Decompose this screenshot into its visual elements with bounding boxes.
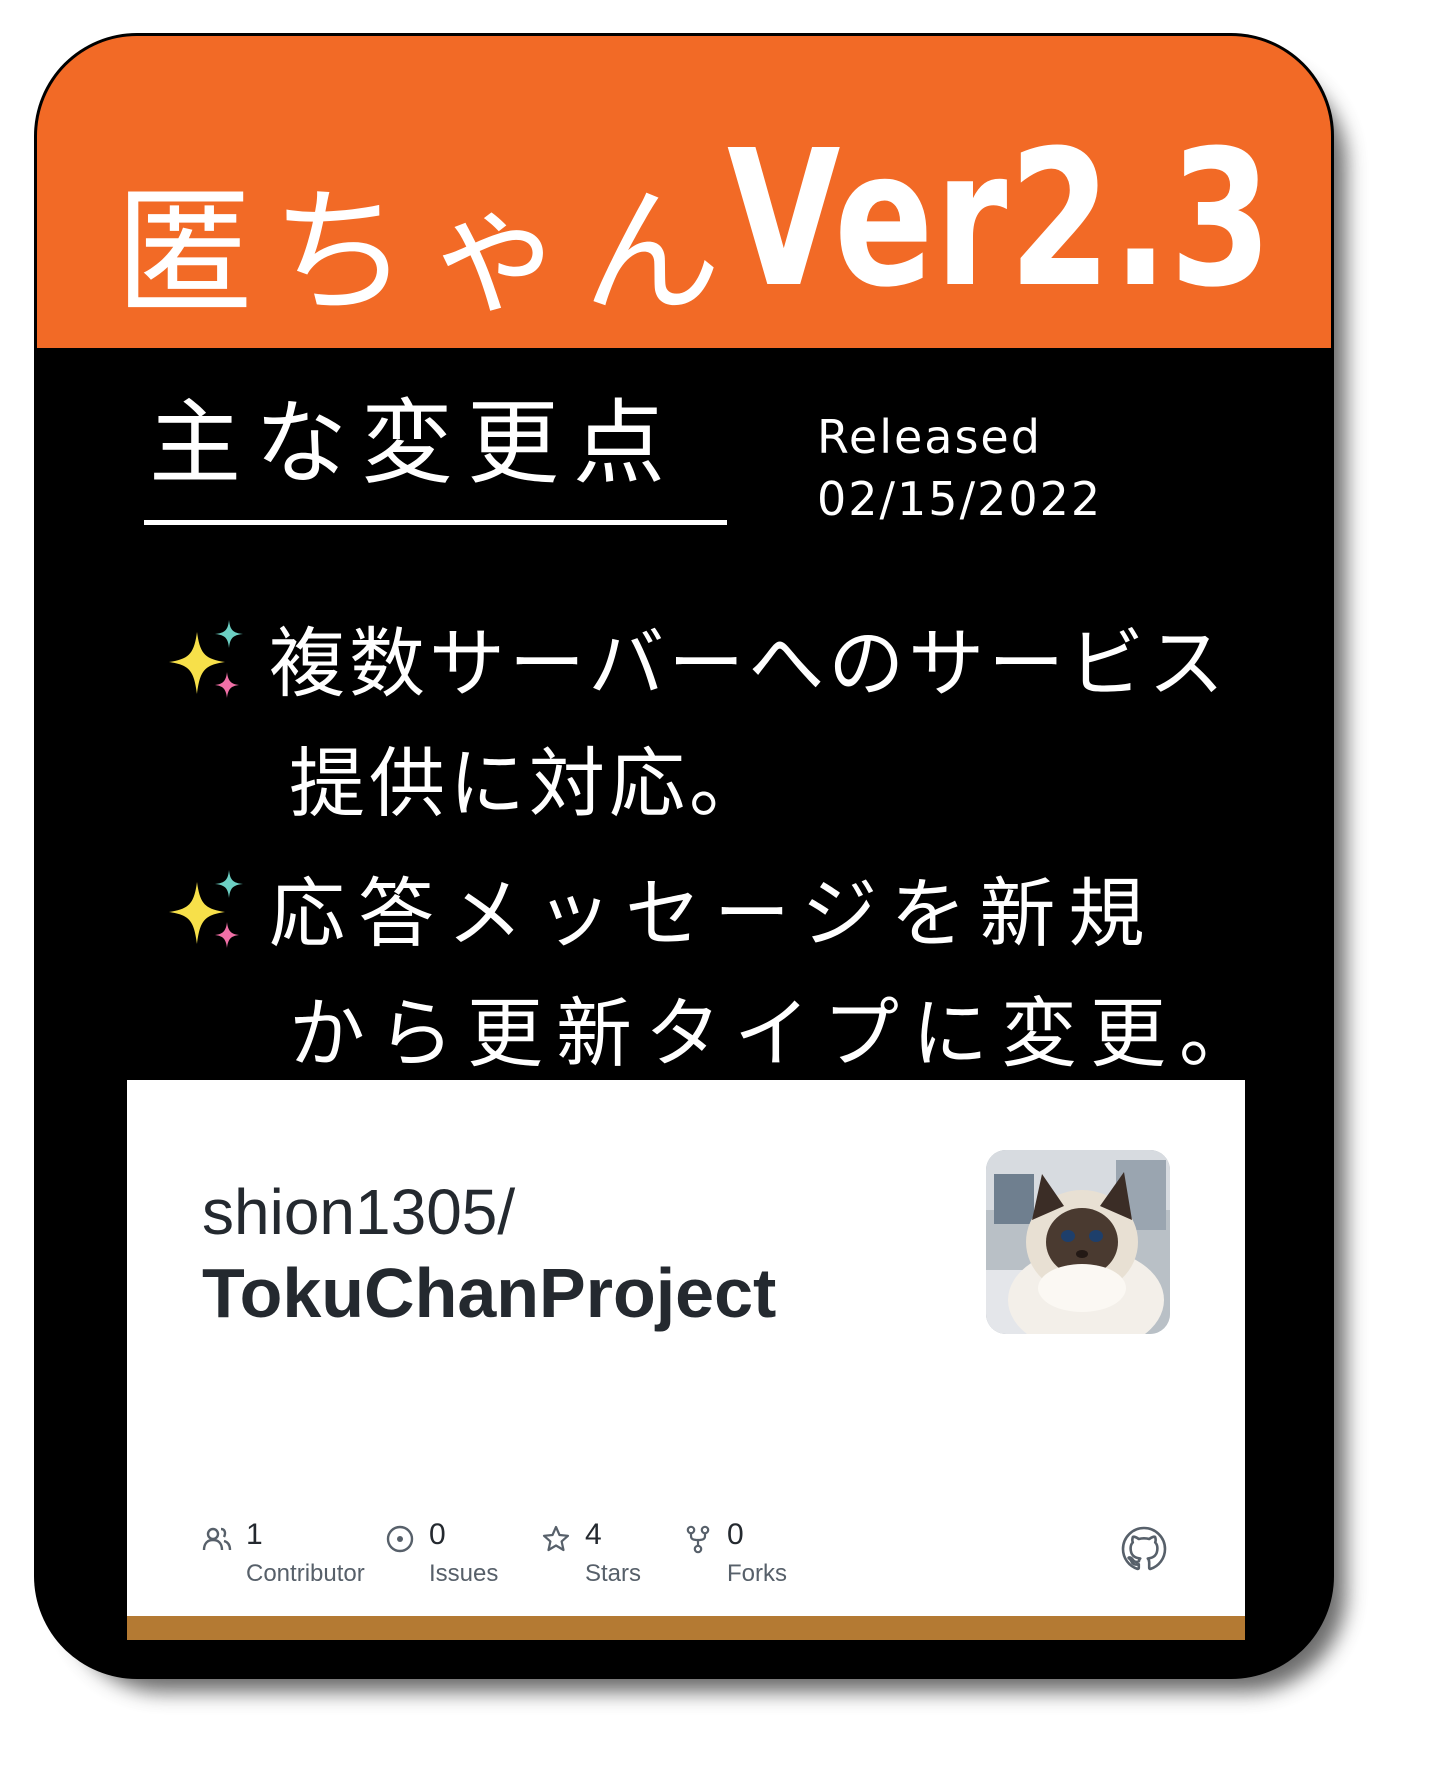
- github-repo-card[interactable]: shion1305/ TokuChanProject 1 Contributor…: [127, 1080, 1245, 1640]
- stat-label: Issues: [429, 1560, 499, 1587]
- stat-label: Stars: [585, 1560, 642, 1587]
- repo-name: TokuChanProject: [202, 1254, 777, 1332]
- repo-accent-bar: [127, 1616, 1245, 1640]
- released-date: 02/15/2022: [817, 472, 1103, 526]
- change-text-line2: から更新タイプに変更。: [289, 989, 1268, 1078]
- stat-value: 0: [429, 1518, 446, 1551]
- header-banner: 匿ちゃん Ver2.3: [37, 36, 1331, 348]
- app-title: 匿ちゃん: [115, 172, 740, 333]
- stat-value: 1: [246, 1518, 263, 1551]
- stat-value: 4: [585, 1518, 602, 1551]
- stat-value: 0: [727, 1518, 744, 1551]
- section-title-underline: [144, 520, 727, 525]
- stat-label: Contributor: [246, 1560, 365, 1587]
- issue-icon: [386, 1525, 414, 1553]
- released-label: Released: [817, 410, 1042, 464]
- fork-icon: [686, 1525, 710, 1554]
- release-card: 匿ちゃん Ver2.3 主な変更点 Released 02/15/2022 複数…: [37, 36, 1331, 1676]
- people-icon: [202, 1527, 232, 1551]
- repo-owner: shion1305/: [202, 1176, 516, 1248]
- sparkles-icon: [169, 620, 243, 698]
- github-icon[interactable]: [1121, 1526, 1167, 1572]
- star-icon: [542, 1525, 570, 1552]
- version-label: Ver2.3: [727, 110, 1274, 329]
- sparkles-icon: [169, 870, 243, 948]
- cat-avatar: [986, 1150, 1170, 1334]
- stat-label: Forks: [727, 1560, 787, 1587]
- change-text-line1: 複数サーバーへのサービス: [269, 619, 1229, 708]
- change-text-line1: 応答メッセージを新規: [269, 869, 1158, 958]
- change-text-line2: 提供に対応。: [289, 739, 769, 828]
- section-title: 主な変更点: [149, 390, 680, 497]
